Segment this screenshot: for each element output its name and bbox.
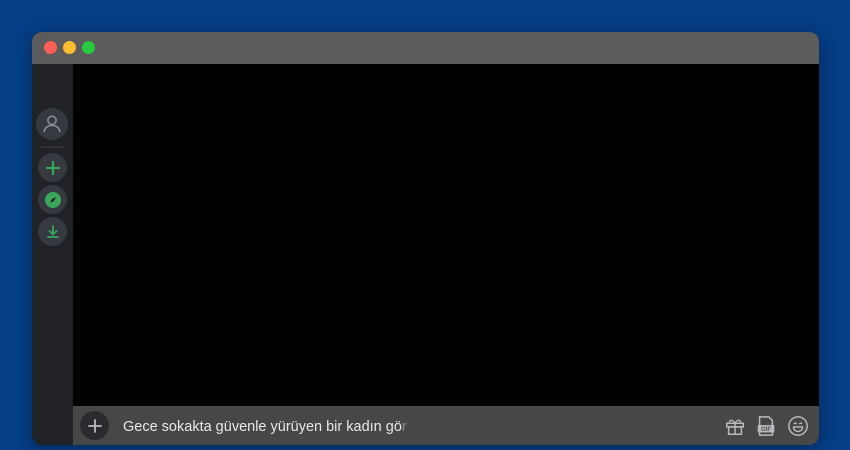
gift-button[interactable] bbox=[723, 414, 747, 438]
compass-icon bbox=[44, 191, 61, 208]
attach-button[interactable] bbox=[80, 411, 109, 440]
message-input[interactable]: Gece sokakta güvenle yürüyen bir kadın g… bbox=[123, 418, 433, 436]
plus-icon bbox=[87, 418, 102, 433]
gif-label: GIF bbox=[761, 427, 771, 433]
gift-icon bbox=[726, 419, 744, 435]
add-server-button[interactable] bbox=[38, 153, 67, 182]
message-input-text: Gece sokakta güvenle yürüyen bir kadın g… bbox=[123, 419, 402, 435]
sidebar-divider bbox=[41, 146, 64, 148]
user-icon bbox=[43, 115, 61, 133]
zoom-window-button[interactable] bbox=[82, 41, 95, 54]
emoji-button[interactable] bbox=[786, 414, 810, 438]
server-sidebar bbox=[32, 64, 73, 445]
emoji-icon bbox=[788, 416, 808, 436]
gif-icon: GIF bbox=[757, 416, 775, 436]
plus-icon bbox=[45, 160, 60, 175]
download-apps-button[interactable] bbox=[38, 217, 67, 246]
gif-button[interactable]: GIF bbox=[754, 414, 778, 438]
close-window-button[interactable] bbox=[44, 41, 57, 54]
title-bar bbox=[32, 32, 819, 64]
app-window: Gece sokakta güvenle yürüyen bir kadın g… bbox=[32, 32, 819, 445]
explore-servers-button[interactable] bbox=[38, 185, 67, 214]
user-avatar[interactable] bbox=[36, 108, 68, 140]
download-icon bbox=[46, 224, 59, 238]
message-bar: Gece sokakta güvenle yürüyen bir kadın g… bbox=[73, 406, 819, 445]
minimize-window-button[interactable] bbox=[63, 41, 76, 54]
message-input-autocomplete: r bbox=[401, 419, 407, 435]
main-content-area bbox=[73, 64, 819, 406]
